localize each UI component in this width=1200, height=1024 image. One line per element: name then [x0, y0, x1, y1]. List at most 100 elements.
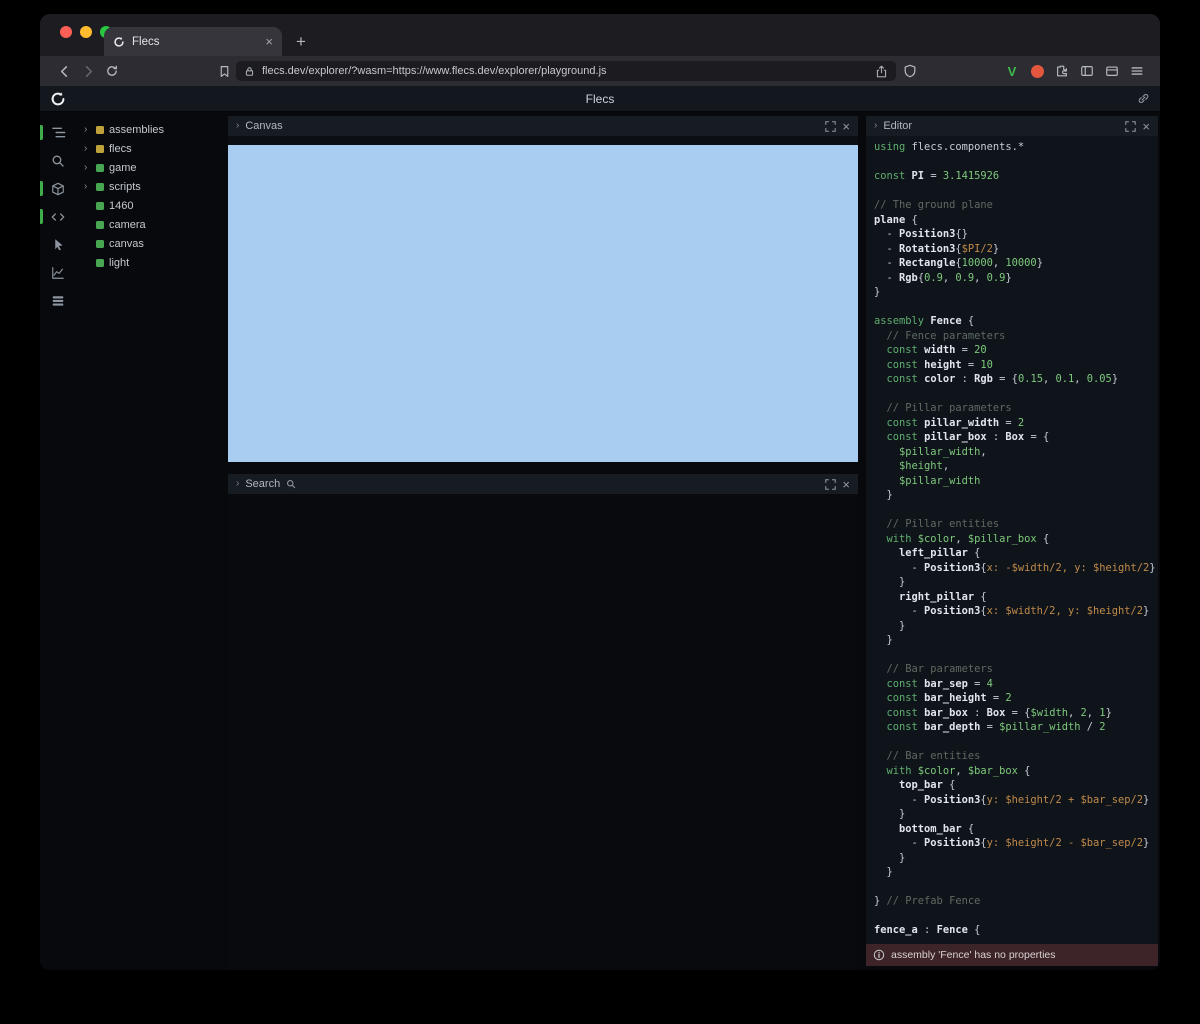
back-button[interactable] [52, 59, 76, 83]
code-editor[interactable]: using flecs.components.*const PI = 3.141… [866, 136, 1158, 944]
entity-color-swatch [96, 164, 104, 172]
code-line: - Position3{} [874, 227, 1158, 242]
tree-item-label: canvas [109, 238, 144, 250]
search-panel: › Search × [228, 474, 858, 970]
red-extension-icon[interactable] [1026, 60, 1048, 82]
browser-tab[interactable]: Flecs × [104, 27, 282, 56]
code-line: const width = 20 [874, 343, 1158, 358]
reload-button[interactable] [100, 59, 124, 83]
panel-collapse-icon[interactable]: › [236, 121, 239, 131]
canvas-panel-title: Canvas [245, 120, 282, 132]
code-line: plane { [874, 213, 1158, 228]
window-close-button[interactable] [60, 26, 72, 38]
vimium-extension-icon[interactable]: V [1001, 60, 1023, 82]
code-line: const pillar_width = 2 [874, 416, 1158, 431]
tree-item[interactable]: ›scripts [76, 177, 226, 196]
entity-color-swatch [96, 259, 104, 267]
new-tab-button[interactable]: + [296, 32, 306, 52]
code-line [874, 184, 1158, 199]
editor-code-icon[interactable] [40, 206, 76, 227]
canvas-viewport[interactable] [228, 145, 858, 462]
code-line: // Bar entities [874, 749, 1158, 764]
red-circle-icon [1031, 65, 1044, 78]
window-minimize-button[interactable] [80, 26, 92, 38]
bookmarks-icon[interactable] [212, 59, 236, 83]
code-line: } [874, 575, 1158, 590]
url-bar[interactable]: flecs.dev/explorer/?wasm=https://www.fle… [236, 61, 896, 81]
code-line: left_pillar { [874, 546, 1158, 561]
code-line: // Fence parameters [874, 329, 1158, 344]
close-icon[interactable]: × [1142, 120, 1150, 133]
search-panel-body[interactable] [228, 494, 858, 970]
stats-chart-icon[interactable] [40, 262, 76, 283]
tree-item[interactable]: ›canvas [76, 234, 226, 253]
browser-window: Flecs × + flecs.dev/explorer/?wasm=https… [40, 14, 1160, 970]
code-line: const pillar_box : Box = { [874, 430, 1158, 445]
code-line: with $color, $bar_box { [874, 764, 1158, 779]
code-line: } [874, 807, 1158, 822]
tree-item[interactable]: ›camera [76, 215, 226, 234]
code-line: } [874, 633, 1158, 648]
entity-color-swatch [96, 126, 104, 134]
tree-item[interactable]: ›1460 [76, 196, 226, 215]
expander-icon[interactable]: › [84, 163, 91, 173]
sidebar-toggle-icon[interactable] [1076, 60, 1098, 82]
code-line [874, 880, 1158, 895]
code-line: const PI = 3.1415926 [874, 169, 1158, 184]
tree-item[interactable]: ›light [76, 253, 226, 272]
logs-rows-icon[interactable] [40, 290, 76, 311]
code-line: } // Prefab Fence [874, 894, 1158, 909]
wallet-icon[interactable] [1101, 60, 1123, 82]
close-icon[interactable]: × [842, 120, 850, 133]
entity-tree-icon[interactable] [40, 122, 76, 143]
fullscreen-icon[interactable] [825, 479, 836, 490]
canvas-panel-header: › Canvas × [228, 116, 858, 136]
code-line: } [874, 619, 1158, 634]
tree-item[interactable]: ›game [76, 158, 226, 177]
link-icon[interactable] [1137, 92, 1150, 105]
share-icon[interactable] [875, 65, 888, 78]
code-line [874, 300, 1158, 315]
panel-collapse-icon[interactable]: › [236, 479, 239, 489]
code-line: $pillar_width [874, 474, 1158, 489]
menu-hamburger-icon[interactable] [1126, 60, 1148, 82]
fullscreen-icon[interactable] [1125, 121, 1136, 132]
code-line: - Rgb{0.9, 0.9, 0.9} [874, 271, 1158, 286]
extensions-puzzle-icon[interactable] [1051, 60, 1073, 82]
expander-icon[interactable]: › [84, 125, 91, 135]
tab-close-icon[interactable]: × [265, 35, 273, 48]
panel-collapse-icon[interactable]: › [874, 121, 877, 131]
inspect-cursor-icon[interactable] [40, 234, 76, 255]
code-line: // Bar parameters [874, 662, 1158, 677]
forward-button[interactable] [76, 59, 100, 83]
canvas-panel: › Canvas × [228, 116, 858, 462]
page-title: Flecs [40, 92, 1160, 106]
tree-item[interactable]: › assemblies [76, 120, 226, 139]
canvas-cube-icon[interactable] [40, 178, 76, 199]
code-line: const bar_height = 2 [874, 691, 1158, 706]
fullscreen-icon[interactable] [825, 121, 836, 132]
tree-item[interactable]: ›flecs [76, 139, 226, 158]
entity-color-swatch [96, 202, 104, 210]
tree-item-label: light [109, 257, 129, 269]
code-line: - Position3{y: $height/2 - $bar_sep/2} [874, 836, 1158, 851]
tab-title: Flecs [132, 36, 159, 48]
expander-icon[interactable]: › [84, 182, 91, 192]
code-line [874, 387, 1158, 402]
code-line: } [874, 285, 1158, 300]
close-icon[interactable]: × [842, 478, 850, 491]
expander-icon[interactable]: › [84, 144, 91, 154]
code-line: } [874, 851, 1158, 866]
entity-color-swatch [96, 183, 104, 191]
search-icon[interactable] [40, 150, 76, 171]
entity-color-swatch [96, 221, 104, 229]
tree-item-label: assemblies [109, 124, 164, 136]
code-line: - Rotation3{$PI/2} [874, 242, 1158, 257]
shield-icon[interactable] [899, 60, 921, 82]
app-header: Flecs [40, 86, 1160, 112]
code-line [874, 503, 1158, 518]
code-line: - Position3{x: $width/2, y: $height/2} [874, 604, 1158, 619]
canvas-panel-body [228, 136, 858, 462]
code-line: bottom_bar { [874, 822, 1158, 837]
main-area: › assemblies ›flecs›game›scripts›1460›came… [40, 112, 1160, 970]
